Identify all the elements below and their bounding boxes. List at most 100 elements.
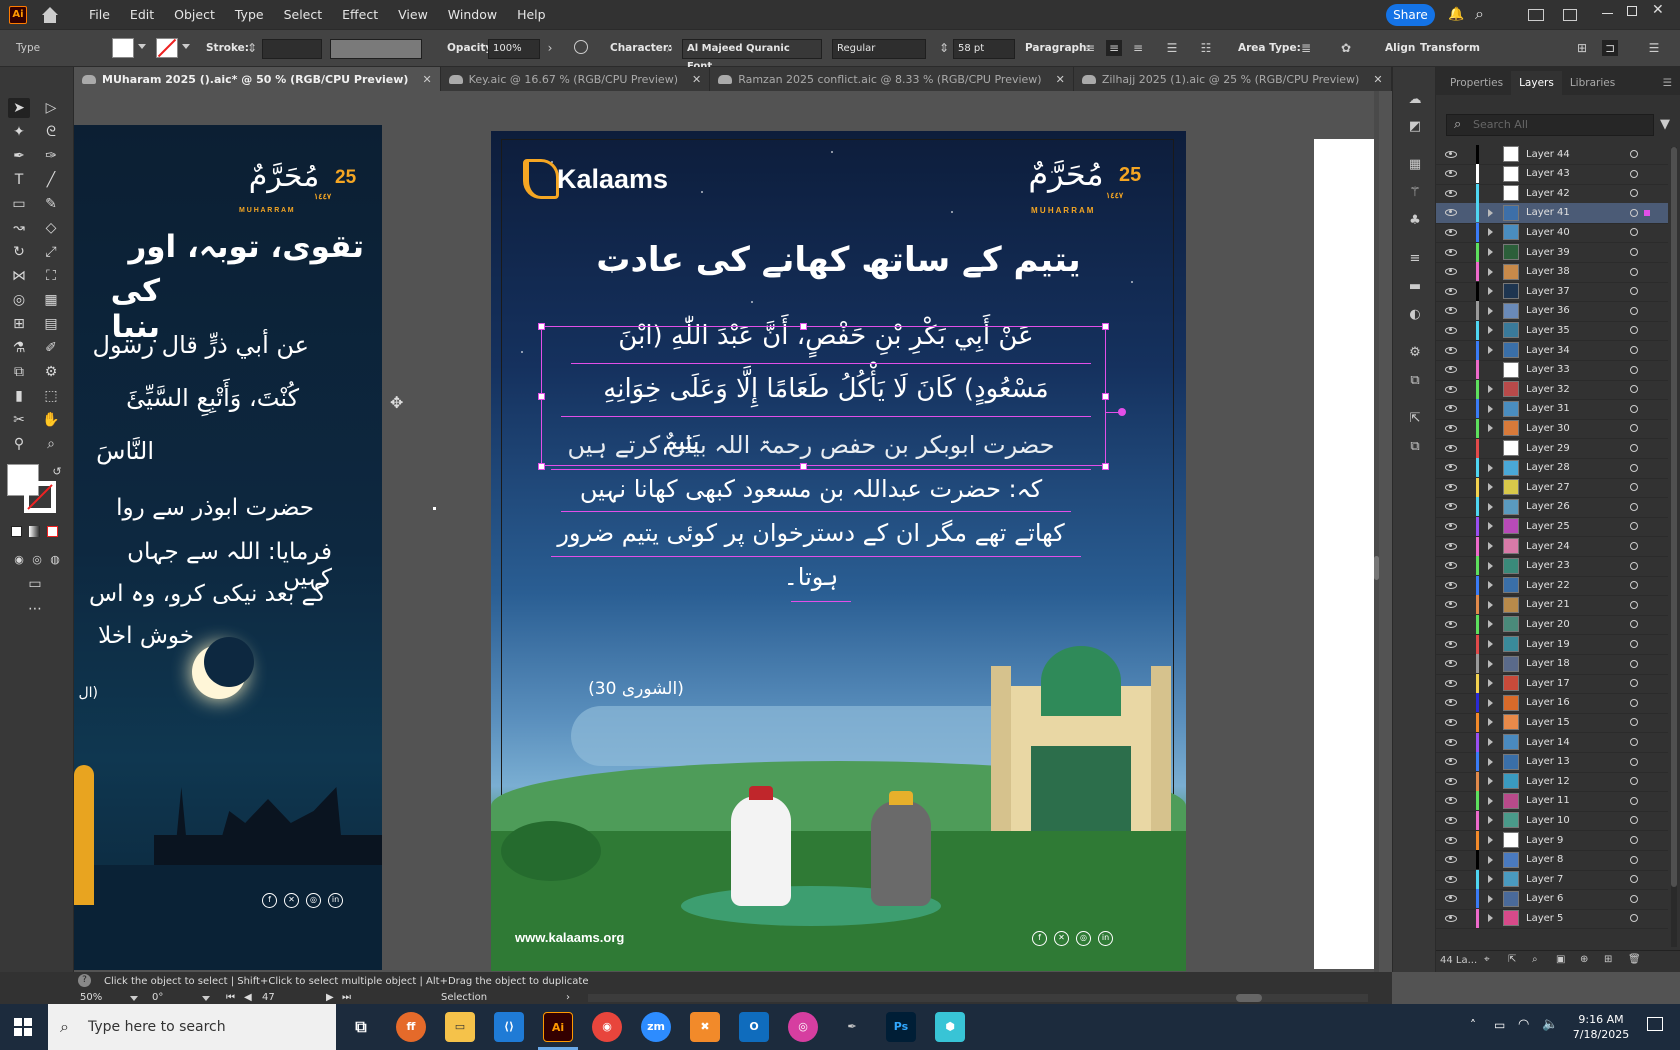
visibility-eye-icon[interactable] bbox=[1445, 170, 1457, 178]
expand-arrow-icon[interactable] bbox=[1488, 816, 1493, 825]
visibility-eye-icon[interactable] bbox=[1445, 620, 1457, 628]
visibility-eye-icon[interactable] bbox=[1445, 875, 1457, 883]
eraser-tool-icon[interactable]: ◇ bbox=[40, 218, 62, 238]
expand-arrow-icon[interactable] bbox=[1488, 267, 1493, 276]
document-tab[interactable]: Zilhajj 2025 (1).aic @ 25 % (RGB/CPU Pre… bbox=[1074, 67, 1392, 91]
layer-row[interactable]: Layer 14 bbox=[1436, 732, 1668, 753]
draw-inside-icon[interactable]: ◍ bbox=[44, 550, 66, 570]
graphic-styles-icon[interactable]: ⚙ bbox=[1406, 345, 1424, 361]
new-sublayer-icon[interactable]: ⊕ bbox=[1580, 954, 1588, 965]
layer-row[interactable]: Layer 35 bbox=[1436, 320, 1668, 342]
expand-arrow-icon[interactable] bbox=[1488, 248, 1493, 256]
document-tab[interactable]: MUharam 2025 ().aic* @ 50 % (RGB/CPU Pre… bbox=[74, 67, 441, 91]
expand-arrow-icon[interactable] bbox=[1488, 346, 1493, 354]
expand-arrow-icon[interactable] bbox=[1488, 718, 1493, 727]
visibility-eye-icon[interactable] bbox=[1445, 542, 1457, 550]
visibility-eye-icon[interactable] bbox=[1445, 914, 1457, 922]
layer-row[interactable]: Layer 13 bbox=[1436, 752, 1668, 773]
windows-start-icon[interactable] bbox=[14, 1018, 32, 1036]
expand-arrow-icon[interactable] bbox=[1488, 542, 1493, 550]
expand-arrow-icon[interactable] bbox=[1488, 287, 1493, 296]
panel-tab-libraries[interactable]: Libraries bbox=[1562, 71, 1623, 95]
layer-row[interactable]: Layer 27 bbox=[1436, 477, 1668, 499]
align-left-icon[interactable]: ≡ bbox=[1082, 40, 1098, 56]
stroke-stepper-icon[interactable]: ⇕ bbox=[244, 40, 260, 56]
visibility-eye-icon[interactable] bbox=[1445, 503, 1457, 511]
opacity-field[interactable]: 100% bbox=[488, 39, 540, 59]
clipping-mask-icon[interactable]: ▣ bbox=[1556, 954, 1565, 965]
target-circle-icon[interactable] bbox=[1630, 698, 1638, 707]
visibility-eye-icon[interactable] bbox=[1445, 758, 1457, 766]
width-tool-icon[interactable]: ⋈ bbox=[8, 266, 30, 286]
layer-row[interactable]: Layer 21 bbox=[1436, 595, 1668, 616]
target-circle-icon[interactable] bbox=[1630, 463, 1638, 472]
document-tab[interactable]: Key.aic @ 16.67 % (RGB/CPU Preview) ✕ bbox=[441, 67, 711, 91]
measure-tool-icon[interactable]: ✐ bbox=[40, 338, 62, 358]
target-circle-icon[interactable] bbox=[1630, 600, 1638, 609]
collect-export-icon[interactable]: ⌕ bbox=[1532, 954, 1538, 965]
layer-row[interactable]: Layer 44 bbox=[1436, 144, 1668, 165]
target-circle-icon[interactable] bbox=[1630, 502, 1638, 511]
target-circle-icon[interactable] bbox=[1630, 404, 1638, 413]
font-style-field[interactable]: Regular bbox=[832, 39, 926, 59]
layer-row[interactable]: Layer 34 bbox=[1436, 340, 1668, 361]
layer-row[interactable]: Layer 12 bbox=[1436, 771, 1668, 793]
layer-row[interactable]: Layer 40 bbox=[1436, 222, 1668, 244]
tray-volume-icon[interactable]: 🔈 bbox=[1542, 1017, 1558, 1032]
font-size-stepper-icon[interactable]: ⇕ bbox=[936, 40, 952, 56]
layer-row[interactable]: Layer 16 bbox=[1436, 693, 1668, 714]
expand-arrow-icon[interactable] bbox=[1488, 894, 1493, 903]
layer-row[interactable]: Layer 24 bbox=[1436, 536, 1668, 557]
align-center-icon[interactable]: ≡ bbox=[1106, 40, 1122, 56]
stroke-weight-field[interactable] bbox=[262, 39, 322, 59]
target-circle-icon[interactable] bbox=[1630, 189, 1638, 198]
target-circle-icon[interactable] bbox=[1630, 326, 1638, 335]
visibility-eye-icon[interactable] bbox=[1445, 228, 1457, 236]
expand-arrow-icon[interactable] bbox=[1488, 561, 1493, 570]
expand-arrow-icon[interactable] bbox=[1488, 306, 1493, 315]
layer-row[interactable]: Layer 17 bbox=[1436, 673, 1668, 695]
target-circle-icon[interactable] bbox=[1630, 444, 1638, 452]
target-circle-icon[interactable] bbox=[1630, 738, 1638, 746]
expand-arrow-icon[interactable] bbox=[1488, 777, 1493, 786]
target-circle-icon[interactable] bbox=[1630, 169, 1638, 178]
expand-arrow-icon[interactable] bbox=[1488, 483, 1493, 492]
file-explorer-icon[interactable]: ▭ bbox=[445, 1012, 475, 1042]
layer-row[interactable]: Layer 26 bbox=[1436, 497, 1668, 518]
visibility-eye-icon[interactable] bbox=[1445, 777, 1457, 785]
target-circle-icon[interactable] bbox=[1630, 306, 1638, 315]
layer-row[interactable]: Layer 39 bbox=[1436, 242, 1668, 263]
visibility-eye-icon[interactable] bbox=[1445, 385, 1457, 393]
target-circle-icon[interactable] bbox=[1630, 816, 1638, 825]
layer-row[interactable]: Layer 42 bbox=[1436, 183, 1668, 205]
column-graph-tool-icon[interactable]: ▮ bbox=[8, 386, 30, 406]
selection-handle[interactable] bbox=[800, 323, 807, 330]
target-circle-icon[interactable] bbox=[1630, 346, 1638, 354]
locate-object-icon[interactable]: ⌖ bbox=[1484, 954, 1490, 965]
tray-wifi-icon[interactable]: ◠ bbox=[1518, 1017, 1529, 1032]
delete-layer-icon[interactable]: 🗑 bbox=[1628, 954, 1641, 965]
visibility-eye-icon[interactable] bbox=[1445, 424, 1457, 432]
expand-arrow-icon[interactable] bbox=[1488, 679, 1493, 688]
expand-arrow-icon[interactable] bbox=[1488, 522, 1493, 531]
vertical-scrollbar[interactable] bbox=[1374, 91, 1379, 972]
layer-row[interactable]: Layer 7 bbox=[1436, 869, 1668, 891]
expand-arrow-icon[interactable] bbox=[1488, 326, 1493, 335]
visibility-eye-icon[interactable] bbox=[1445, 464, 1457, 472]
stroke-color-swatch[interactable] bbox=[24, 481, 56, 513]
area-type-options-icon[interactable]: ≣ bbox=[1298, 40, 1314, 56]
align-right-icon[interactable]: ≡ bbox=[1130, 40, 1146, 56]
creative-cloud-icon[interactable]: ◎ bbox=[788, 1012, 818, 1042]
expand-arrow-icon[interactable] bbox=[1488, 659, 1493, 668]
gradient-panel-icon[interactable]: ▬ bbox=[1406, 279, 1424, 295]
visibility-eye-icon[interactable] bbox=[1445, 209, 1457, 217]
close-tab-icon[interactable]: ✕ bbox=[1373, 73, 1382, 86]
fill-swatch[interactable] bbox=[112, 38, 134, 58]
slice-tool-icon[interactable]: ✂ bbox=[8, 410, 30, 430]
menu-edit[interactable]: Edit bbox=[120, 0, 164, 29]
mesh-tool-icon[interactable]: ⊞ bbox=[8, 314, 30, 334]
target-circle-icon[interactable] bbox=[1630, 483, 1638, 492]
layer-row[interactable]: Layer 33 bbox=[1436, 360, 1668, 381]
screen-mode-icon[interactable]: ▭ bbox=[24, 574, 46, 594]
visibility-eye-icon[interactable] bbox=[1445, 326, 1457, 334]
